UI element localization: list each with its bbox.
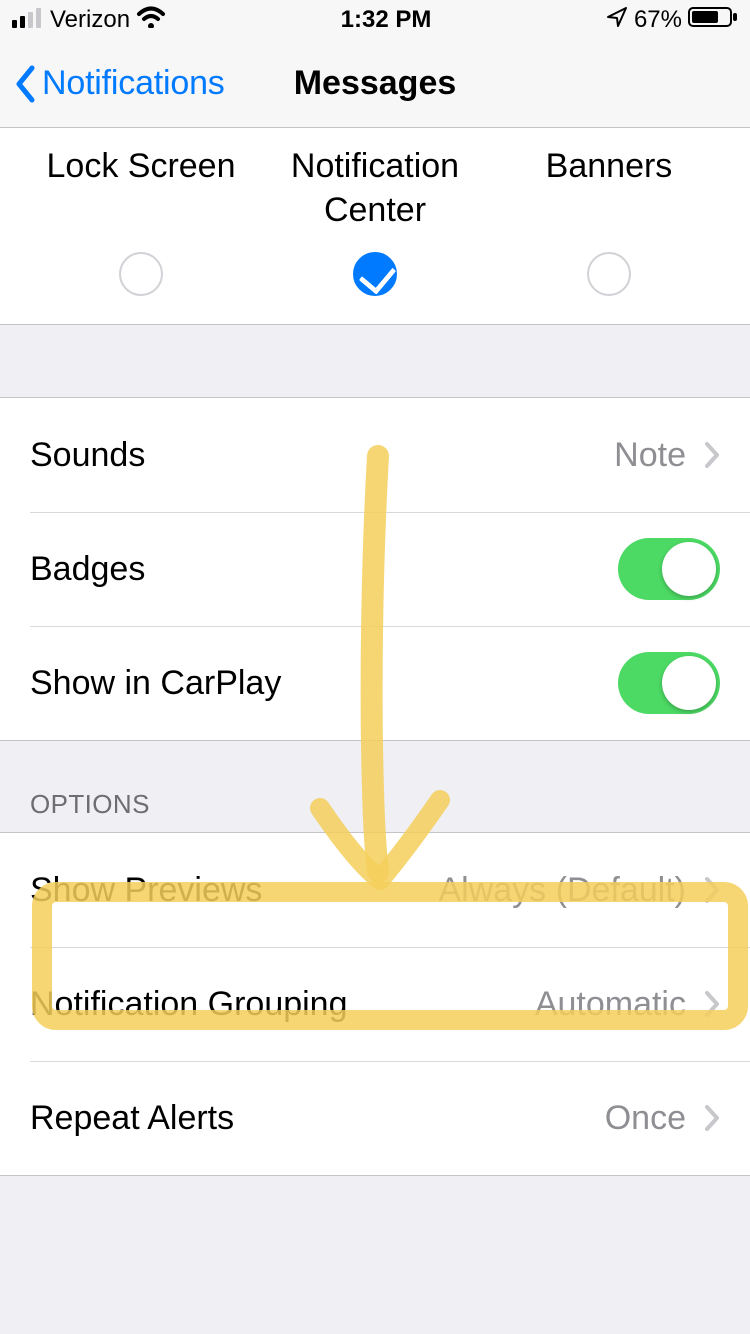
sounds-label: Sounds (30, 436, 614, 475)
alert-style-banners-label: Banners (492, 144, 726, 188)
chevron-right-icon (704, 990, 720, 1018)
options-header: OPTIONS (0, 741, 750, 832)
back-button[interactable]: Notifications (14, 64, 225, 103)
sounds-row[interactable]: Sounds Note (0, 398, 750, 512)
alert-style-labels: Lock Screen Notification Center Banners (0, 128, 750, 244)
show-previews-label: Show Previews (30, 871, 438, 910)
carplay-toggle[interactable] (618, 652, 720, 714)
carplay-label: Show in CarPlay (30, 664, 618, 703)
nav-bar: Notifications Messages (0, 40, 750, 128)
notification-grouping-label: Notification Grouping (30, 985, 535, 1024)
location-icon (606, 6, 628, 35)
notification-grouping-row[interactable]: Notification Grouping Automatic (0, 947, 750, 1061)
alert-style-radios (0, 244, 750, 324)
battery-icon (688, 6, 738, 35)
status-bar: Verizon 1:32 PM 67% (0, 0, 750, 40)
chevron-right-icon (704, 441, 720, 469)
show-previews-row[interactable]: Show Previews Always (Default) (0, 833, 750, 947)
badges-label: Badges (30, 550, 618, 589)
alert-style-notification-center-radio[interactable] (353, 252, 397, 296)
wifi-icon (136, 6, 166, 35)
repeat-alerts-row[interactable]: Repeat Alerts Once (0, 1061, 750, 1175)
status-left: Verizon (12, 6, 166, 35)
alert-style-banners-radio[interactable] (587, 252, 631, 296)
chevron-left-icon (14, 65, 36, 103)
show-previews-value: Always (Default) (438, 871, 686, 910)
repeat-alerts-label: Repeat Alerts (30, 1099, 605, 1138)
status-right: 67% (606, 6, 738, 35)
repeat-alerts-value: Once (605, 1099, 686, 1138)
signal-bars-icon (12, 6, 44, 35)
chevron-right-icon (704, 876, 720, 904)
sounds-value: Note (614, 436, 686, 475)
carrier-label: Verizon (50, 6, 130, 34)
badges-toggle[interactable] (618, 538, 720, 600)
options-group: Show Previews Always (Default) Notificat… (0, 832, 750, 1176)
carplay-row[interactable]: Show in CarPlay (0, 626, 750, 740)
notification-grouping-value: Automatic (535, 985, 686, 1024)
back-label: Notifications (42, 64, 225, 103)
alert-style-lock-screen-radio[interactable] (119, 252, 163, 296)
settings-group-1: Sounds Note Badges Show in CarPlay (0, 397, 750, 741)
alert-style-lock-screen-label: Lock Screen (24, 144, 258, 188)
badges-row[interactable]: Badges (0, 512, 750, 626)
section-gap (0, 325, 750, 397)
status-time: 1:32 PM (341, 6, 432, 34)
chevron-right-icon (704, 1104, 720, 1132)
battery-pct: 67% (634, 6, 682, 34)
alert-styles-section: Lock Screen Notification Center Banners (0, 128, 750, 325)
alert-style-notification-center-label: Notification Center (258, 144, 492, 232)
